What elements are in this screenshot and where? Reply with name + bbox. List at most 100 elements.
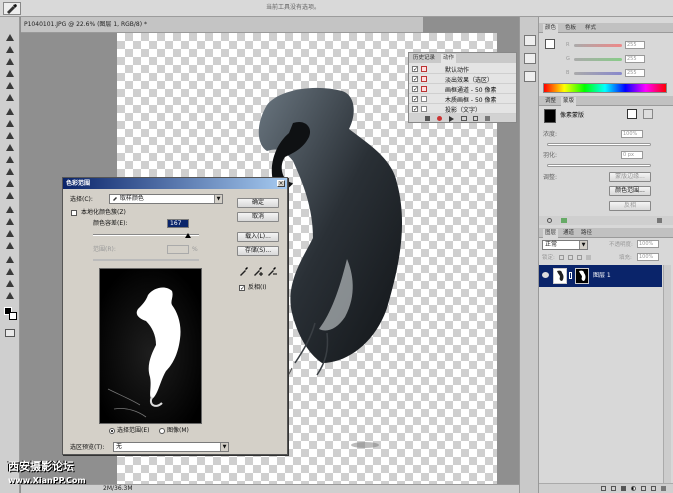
quick-selection-tool-icon[interactable] [4,69,16,78]
action-enable-checkbox[interactable]: ✓ [412,66,418,73]
preview-select[interactable]: 无 ▼ [113,442,229,452]
density-value[interactable]: 100% [621,130,643,138]
tab-swatches[interactable]: 色板 [563,24,578,33]
action-enable-checkbox[interactable]: ✓ [412,106,418,113]
tab-styles[interactable]: 样式 [583,24,598,33]
healing-brush-tool-icon[interactable] [4,107,16,116]
quick-mask-icon[interactable] [5,329,15,337]
eyedropper-tool-icon[interactable] [4,93,16,102]
trash-icon[interactable] [661,486,666,491]
history-brush-tool-icon[interactable] [4,143,16,152]
dialog-toggle-icon[interactable] [421,86,427,92]
eyedropper-icon[interactable] [239,266,249,276]
stop-icon[interactable] [425,116,430,121]
feather-value[interactable]: 0 px [621,151,643,159]
load-selection-icon[interactable] [547,218,552,223]
trash-icon[interactable] [485,116,490,121]
color-range-button[interactable]: 颜色范围... [609,186,651,196]
channel-r-value[interactable]: 255 [625,41,645,49]
opacity-value[interactable]: 100% [637,240,659,248]
add-mask-icon[interactable] [621,486,626,491]
lock-all-icon[interactable] [586,255,591,260]
invert-checkbox[interactable]: ✓ [239,285,245,292]
dialog-toggle-icon[interactable] [421,96,427,102]
fg-color-chip[interactable] [545,39,555,49]
tab-channels[interactable]: 通道 [561,229,576,238]
background-color-swatch[interactable] [9,312,17,320]
link-layers-icon[interactable] [601,486,606,491]
3d-rotate-tool-icon[interactable] [4,255,16,264]
delete-mask-icon[interactable] [657,218,662,223]
new-group-icon[interactable] [641,486,646,491]
selection-preview[interactable] [99,268,202,424]
channel-g-value[interactable]: 255 [625,55,645,63]
mask-thumbnail[interactable] [575,268,589,284]
action-enable-checkbox[interactable]: ✓ [412,96,418,103]
document-tab[interactable]: P1040101.JPG @ 22.6% (图层 1, RGB/8) * [21,17,423,33]
new-layer-icon[interactable] [651,486,656,491]
action-row[interactable]: ✓ 淡出效果（选区） [409,74,516,84]
mask-thumbnail[interactable] [544,109,556,123]
3d-orbit-tool-icon[interactable] [4,267,16,276]
feather-slider[interactable] [547,164,651,167]
ok-button[interactable]: 确定 [237,198,279,208]
lasso-tool-icon[interactable] [4,57,16,66]
channel-g-slider[interactable] [574,58,622,61]
tab-paths[interactable]: 路径 [579,229,594,238]
radio-image[interactable] [159,428,165,434]
load-button[interactable]: 载入(L)... [237,232,279,242]
color-spectrum-ramp[interactable] [543,83,667,93]
channel-b-slider[interactable] [574,72,622,75]
eraser-tool-icon[interactable] [4,155,16,164]
tool-preset-picker[interactable] [3,2,21,15]
layers-scrollbar[interactable] [663,265,671,491]
fx-icon[interactable] [611,486,616,491]
lock-position-icon[interactable] [577,255,582,260]
range-slider-track[interactable] [93,259,199,261]
eyedropper-minus-icon[interactable] [267,266,277,276]
pixel-mask-icon[interactable] [627,109,637,119]
tab-color[interactable]: 颜色 [543,24,559,33]
fill-value[interactable]: 100% [637,253,659,261]
close-icon[interactable]: × [277,180,285,187]
fuzziness-input[interactable]: 167 [167,219,189,228]
visibility-eye-icon[interactable] [561,218,567,223]
save-button[interactable]: 存储(S)... [237,246,279,256]
clone-stamp-tool-icon[interactable] [4,131,16,140]
range-input[interactable] [167,245,189,254]
localized-checkbox[interactable] [71,210,77,216]
action-set-row[interactable]: ✓ 默认动作 [409,64,516,74]
layer-row[interactable]: 图层 1 [539,265,662,287]
fuzziness-slider-thumb[interactable] [185,233,191,238]
brush-tool-icon[interactable] [4,119,16,128]
pen-tool-icon[interactable] [4,205,16,214]
action-enable-checkbox[interactable]: ✓ [412,76,418,83]
play-icon[interactable] [449,116,454,122]
hand-tool-icon[interactable] [4,279,16,288]
mask-edge-button[interactable]: 蒙版边缘... [609,172,651,182]
eyedropper-plus-icon[interactable] [253,266,263,276]
lock-image-icon[interactable] [568,255,573,260]
zoom-tool-icon[interactable] [4,291,16,300]
path-selection-tool-icon[interactable] [4,229,16,238]
visibility-eye-icon[interactable] [542,272,549,278]
channel-r-slider[interactable] [574,44,622,47]
blend-mode-select[interactable]: 正常 ▼ [542,240,588,250]
dialog-titlebar[interactable]: 色彩范围 [63,178,287,189]
type-tool-icon[interactable] [4,217,16,226]
new-set-icon[interactable] [461,116,467,121]
adjustment-layer-icon[interactable] [631,486,636,491]
action-row[interactable]: ✓ 木质画框 - 50 像素 [409,94,516,104]
gradient-tool-icon[interactable] [4,167,16,176]
fuzziness-slider-track[interactable] [93,234,199,236]
tab-history[interactable]: 历史记录 [411,54,437,63]
action-enable-checkbox[interactable]: ✓ [412,86,418,93]
link-icon[interactable] [569,272,572,279]
dialog-toggle-icon[interactable] [421,66,427,72]
density-slider[interactable] [547,143,651,146]
radio-selection[interactable] [109,428,115,434]
cancel-button[interactable]: 取消 [237,212,279,222]
dodge-tool-icon[interactable] [4,191,16,200]
tab-masks[interactable]: 蒙版 [561,97,577,106]
play-dock-icon[interactable] [524,71,536,82]
